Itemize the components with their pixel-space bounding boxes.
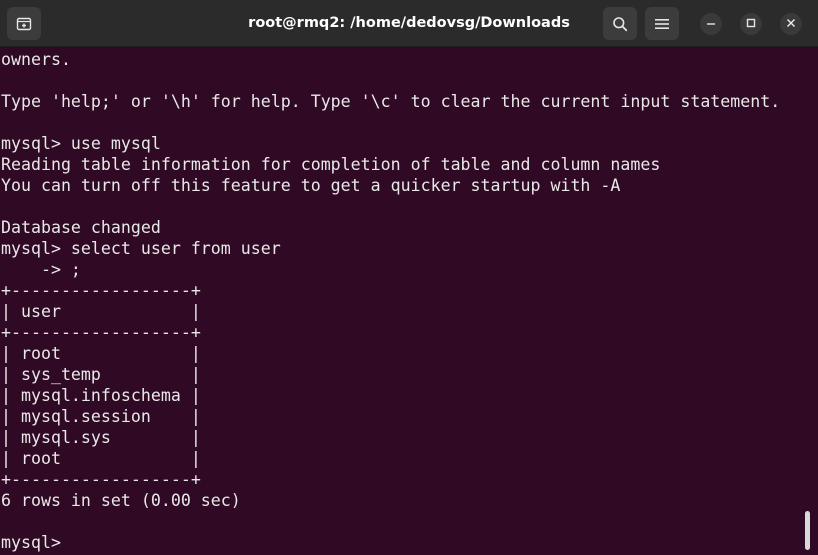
window-title: root@rmq2: /home/dedovsg/Downloads xyxy=(248,15,570,31)
menu-button[interactable] xyxy=(645,7,679,40)
minimize-button[interactable] xyxy=(700,13,722,35)
terminal-line: Reading table information for completion… xyxy=(1,155,661,174)
terminal-line: mysql> use mysql xyxy=(1,134,161,153)
table-border: +------------------+ xyxy=(1,470,201,489)
table-row: | root | xyxy=(1,344,201,363)
table-border: +------------------+ xyxy=(1,281,201,300)
search-icon xyxy=(612,16,628,32)
terminal-line: -> ; xyxy=(1,260,81,279)
minimize-icon xyxy=(706,15,716,33)
terminal-line: Database changed xyxy=(1,218,161,237)
maximize-button[interactable] xyxy=(740,13,762,35)
terminal-line: mysql> select user from user xyxy=(1,239,281,258)
table-row: | mysql.infoschema | xyxy=(1,386,201,405)
close-button[interactable] xyxy=(780,13,802,35)
table-row: | sys_temp | xyxy=(1,365,201,384)
terminal-line: Type 'help;' or '\h' for help. Type '\c'… xyxy=(1,92,781,111)
title-bar: root@rmq2: /home/dedovsg/Downloads xyxy=(0,0,818,47)
new-tab-button[interactable] xyxy=(7,7,41,40)
table-border: +------------------+ xyxy=(1,323,201,342)
table-row: | mysql.session | xyxy=(1,407,201,426)
table-header: | user | xyxy=(1,302,201,321)
terminal-prompt[interactable]: mysql> xyxy=(1,532,71,553)
terminal-window: root@rmq2: /home/dedovsg/Downloads owner… xyxy=(0,0,818,555)
table-row: | mysql.sys | xyxy=(1,428,201,447)
terminal-line: 6 rows in set (0.00 sec) xyxy=(1,491,241,510)
new-tab-icon xyxy=(16,16,32,32)
close-icon xyxy=(786,15,796,33)
terminal-output[interactable]: owners. Type 'help;' or '\h' for help. T… xyxy=(0,47,818,555)
terminal-line: owners. xyxy=(1,50,71,69)
table-row: | root | xyxy=(1,449,201,468)
scrollbar-thumb[interactable] xyxy=(805,511,810,550)
maximize-icon xyxy=(746,15,756,33)
terminal-line: You can turn off this feature to get a q… xyxy=(1,176,621,195)
hamburger-menu-icon xyxy=(655,18,669,30)
search-button[interactable] xyxy=(603,7,637,40)
